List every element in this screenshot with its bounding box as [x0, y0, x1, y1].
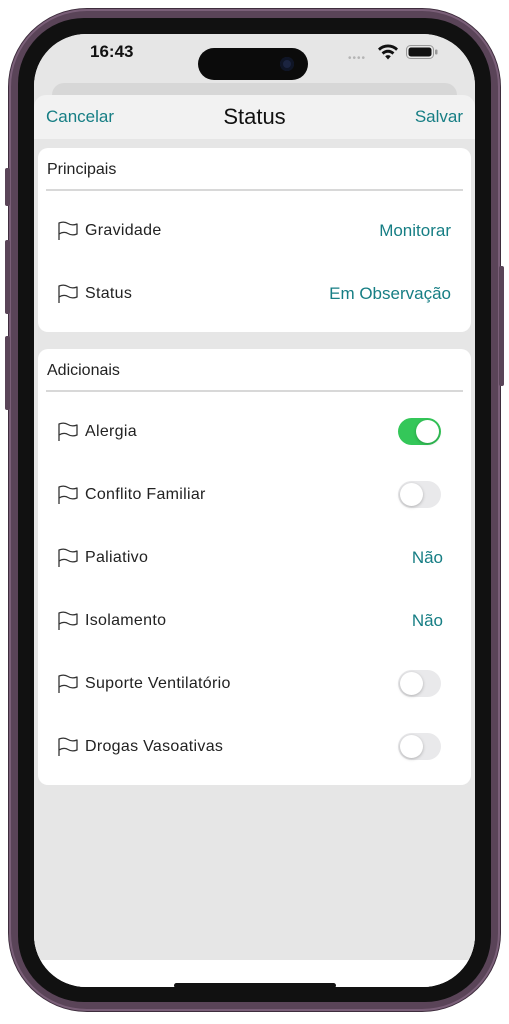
screen: 16:43 •••• Cancelar Status Salvar Princi… — [34, 34, 475, 987]
toggle-knob — [416, 420, 439, 443]
navigation-bar: Cancelar Status Salvar — [34, 95, 475, 139]
row-label: Alergia — [85, 423, 137, 440]
power-button — [499, 266, 504, 386]
flag-icon — [58, 485, 78, 504]
row-label: Drogas Vasoativas — [85, 738, 224, 755]
row-isolamento[interactable]: Isolamento Não — [38, 601, 471, 641]
isolamento-value[interactable]: Não — [412, 611, 443, 631]
row-alergia: Alergia — [38, 412, 471, 452]
volume-up-button — [5, 240, 10, 314]
flag-icon — [58, 422, 78, 441]
section-divider — [46, 189, 463, 191]
principais-section: Principais Gravidade Monitorar Status Em… — [38, 148, 471, 332]
volume-down-button — [5, 336, 10, 410]
camera-icon — [280, 57, 294, 71]
row-label: Conflito Familiar — [85, 486, 206, 503]
signal-icon: •••• — [348, 53, 367, 64]
save-button[interactable]: Salvar — [415, 107, 463, 127]
flag-icon — [58, 284, 78, 303]
row-label: Isolamento — [85, 612, 167, 629]
row-conflito-familiar: Conflito Familiar — [38, 475, 471, 515]
alergia-toggle[interactable] — [398, 418, 441, 445]
row-label: Status — [85, 285, 133, 302]
section-divider — [46, 390, 463, 392]
section-header-adicionais: Adicionais — [47, 362, 120, 379]
section-header-principais: Principais — [47, 161, 117, 178]
status-sheet: Cancelar Status Salvar Principais Gravid… — [34, 95, 475, 965]
flag-icon — [58, 737, 78, 756]
drogas-vasoativas-toggle[interactable] — [398, 733, 441, 760]
row-label: Gravidade — [85, 222, 162, 239]
wifi-icon — [378, 44, 398, 60]
flag-icon — [58, 674, 78, 693]
paliativo-value[interactable]: Não — [412, 548, 443, 568]
dynamic-island — [198, 48, 308, 80]
row-suporte-ventilatorio: Suporte Ventilatório — [38, 664, 471, 704]
toggle-knob — [400, 672, 423, 695]
status-time: 16:43 — [90, 42, 134, 61]
row-label: Suporte Ventilatório — [85, 675, 231, 692]
suporte-ventilatorio-toggle[interactable] — [398, 670, 441, 697]
mute-switch — [5, 168, 10, 206]
adicionais-section: Adicionais Alergia Conflito Familiar Pal… — [38, 349, 471, 785]
home-indicator[interactable] — [174, 983, 336, 987]
row-gravidade[interactable]: Gravidade Monitorar — [38, 211, 471, 251]
page-title: Status — [223, 104, 286, 129]
conflito-familiar-toggle[interactable] — [398, 481, 441, 508]
battery-icon — [406, 45, 438, 59]
row-label: Paliativo — [85, 549, 149, 566]
status-value[interactable]: Em Observação — [329, 284, 451, 304]
flag-icon — [58, 221, 78, 240]
flag-icon — [58, 611, 78, 630]
flag-icon — [58, 548, 78, 567]
toggle-knob — [400, 735, 423, 758]
toggle-knob — [400, 483, 423, 506]
row-paliativo[interactable]: Paliativo Não — [38, 538, 471, 578]
gravidade-value[interactable]: Monitorar — [379, 221, 451, 241]
row-status[interactable]: Status Em Observação — [38, 274, 471, 314]
row-drogas-vasoativas: Drogas Vasoativas — [38, 727, 471, 767]
